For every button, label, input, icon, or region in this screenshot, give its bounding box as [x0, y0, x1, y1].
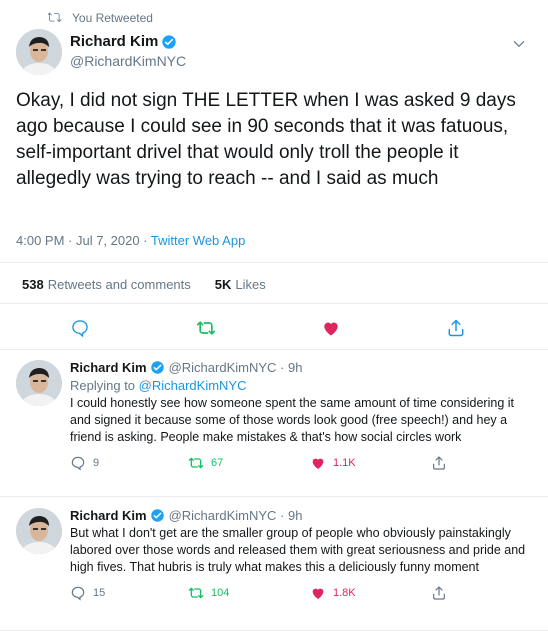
- divider: [0, 349, 548, 350]
- retweet-context-label: You Retweeted: [72, 11, 153, 25]
- share-button[interactable]: [431, 455, 454, 471]
- avatar-image: [16, 508, 62, 554]
- reply-handle-time[interactable]: @RichardKimNYC · 9h: [169, 508, 303, 523]
- replying-to-handle[interactable]: @RichardKimNYC: [139, 378, 247, 393]
- retweets-stat[interactable]: 538 Retweets and comments: [22, 277, 191, 292]
- verified-badge-icon: [150, 361, 164, 374]
- reply-text: I could honestly see how someone spent t…: [70, 396, 515, 444]
- like-button[interactable]: 1.8K: [310, 585, 356, 601]
- tweet-action-bar: [0, 318, 548, 338]
- retweet-icon: [188, 587, 204, 599]
- author-block: Richard Kim @RichardKimNYC: [70, 33, 186, 69]
- reply-action-bar: 15 104 1.8K: [70, 585, 530, 603]
- author-name-text: Richard Kim: [70, 33, 159, 50]
- reply-icon: [71, 456, 85, 471]
- retweet-count: 67: [211, 457, 224, 469]
- reply-author-name[interactable]: Richard Kim: [70, 360, 147, 375]
- share-icon: [433, 456, 445, 470]
- tweet-timestamp[interactable]: 4:00 PM · Jul 7, 2020 ·: [16, 233, 151, 248]
- reply-body: Richard Kim @RichardKimNYC · 9h Replying…: [70, 360, 530, 473]
- reply-button[interactable]: 15: [70, 585, 105, 601]
- replying-to: Replying to @RichardKimNYC: [70, 378, 530, 393]
- reply-icon[interactable]: [70, 318, 90, 338]
- retweets-count: 538: [22, 277, 44, 292]
- tweet-text: Okay, I did not sign THE LETTER when I w…: [16, 90, 516, 189]
- retweet-context: You Retweeted: [48, 11, 153, 25]
- likes-label: Likes: [235, 277, 266, 292]
- retweet-button-icon[interactable]: [196, 318, 216, 338]
- reply-handle-time[interactable]: @RichardKimNYC · 9h: [169, 360, 303, 375]
- reply-author-name[interactable]: Richard Kim: [70, 508, 147, 523]
- reply-header: Richard Kim @RichardKimNYC · 9h: [70, 508, 530, 523]
- avatar[interactable]: [16, 29, 62, 75]
- likes-count: 5K: [214, 277, 232, 292]
- avatar-image: [16, 360, 62, 406]
- like-button[interactable]: 1.1K: [310, 455, 356, 471]
- retweet-count: 104: [211, 587, 230, 599]
- divider: [0, 496, 548, 497]
- author-name[interactable]: Richard Kim: [70, 33, 186, 50]
- heart-icon: [312, 588, 324, 599]
- replying-to-label: Replying to: [70, 378, 139, 393]
- main-tweet-header: Richard Kim @RichardKimNYC: [16, 27, 532, 77]
- reply-button[interactable]: 9: [70, 455, 99, 471]
- tweet-meta: 4:00 PM · Jul 7, 2020 · Twitter Web App: [16, 233, 245, 248]
- divider: [0, 630, 548, 631]
- reply-body: Richard Kim @RichardKimNYC · 9h But what…: [70, 508, 530, 603]
- tweet-source[interactable]: Twitter Web App: [151, 233, 245, 248]
- tweet-stats: 538 Retweets and comments 5K Likes: [22, 277, 290, 292]
- likes-stat[interactable]: 5K Likes: [215, 277, 266, 292]
- like-count: 1.1K: [333, 457, 356, 469]
- verified-badge-icon: [150, 509, 164, 522]
- reply-text: But what I don't get are the smaller gro…: [70, 526, 526, 574]
- retweet-icon: [48, 12, 62, 22]
- share-button[interactable]: [431, 585, 454, 601]
- avatar[interactable]: [16, 508, 62, 554]
- divider: [0, 303, 548, 304]
- divider: [0, 262, 548, 263]
- heart-icon[interactable]: [321, 318, 341, 338]
- reply-header: Richard Kim @RichardKimNYC · 9h: [70, 360, 530, 375]
- author-handle[interactable]: @RichardKimNYC: [70, 53, 186, 69]
- like-count: 1.8K: [333, 587, 356, 599]
- retweet-button[interactable]: 104: [188, 585, 229, 601]
- retweet-icon: [188, 457, 204, 469]
- retweet-button[interactable]: 67: [188, 455, 223, 471]
- avatar-image: [16, 29, 62, 75]
- share-icon: [433, 586, 445, 600]
- share-icon[interactable]: [446, 318, 466, 338]
- reply-count: 15: [93, 587, 106, 599]
- heart-icon: [312, 458, 324, 469]
- verified-badge-icon: [162, 34, 177, 49]
- avatar[interactable]: [16, 360, 62, 406]
- retweets-label: Retweets and comments: [47, 277, 191, 292]
- reply-icon: [71, 586, 85, 601]
- reply-count: 9: [93, 457, 100, 469]
- reply-action-bar: 9 67 1.1K: [70, 455, 530, 473]
- chevron-down-icon[interactable]: [512, 37, 526, 51]
